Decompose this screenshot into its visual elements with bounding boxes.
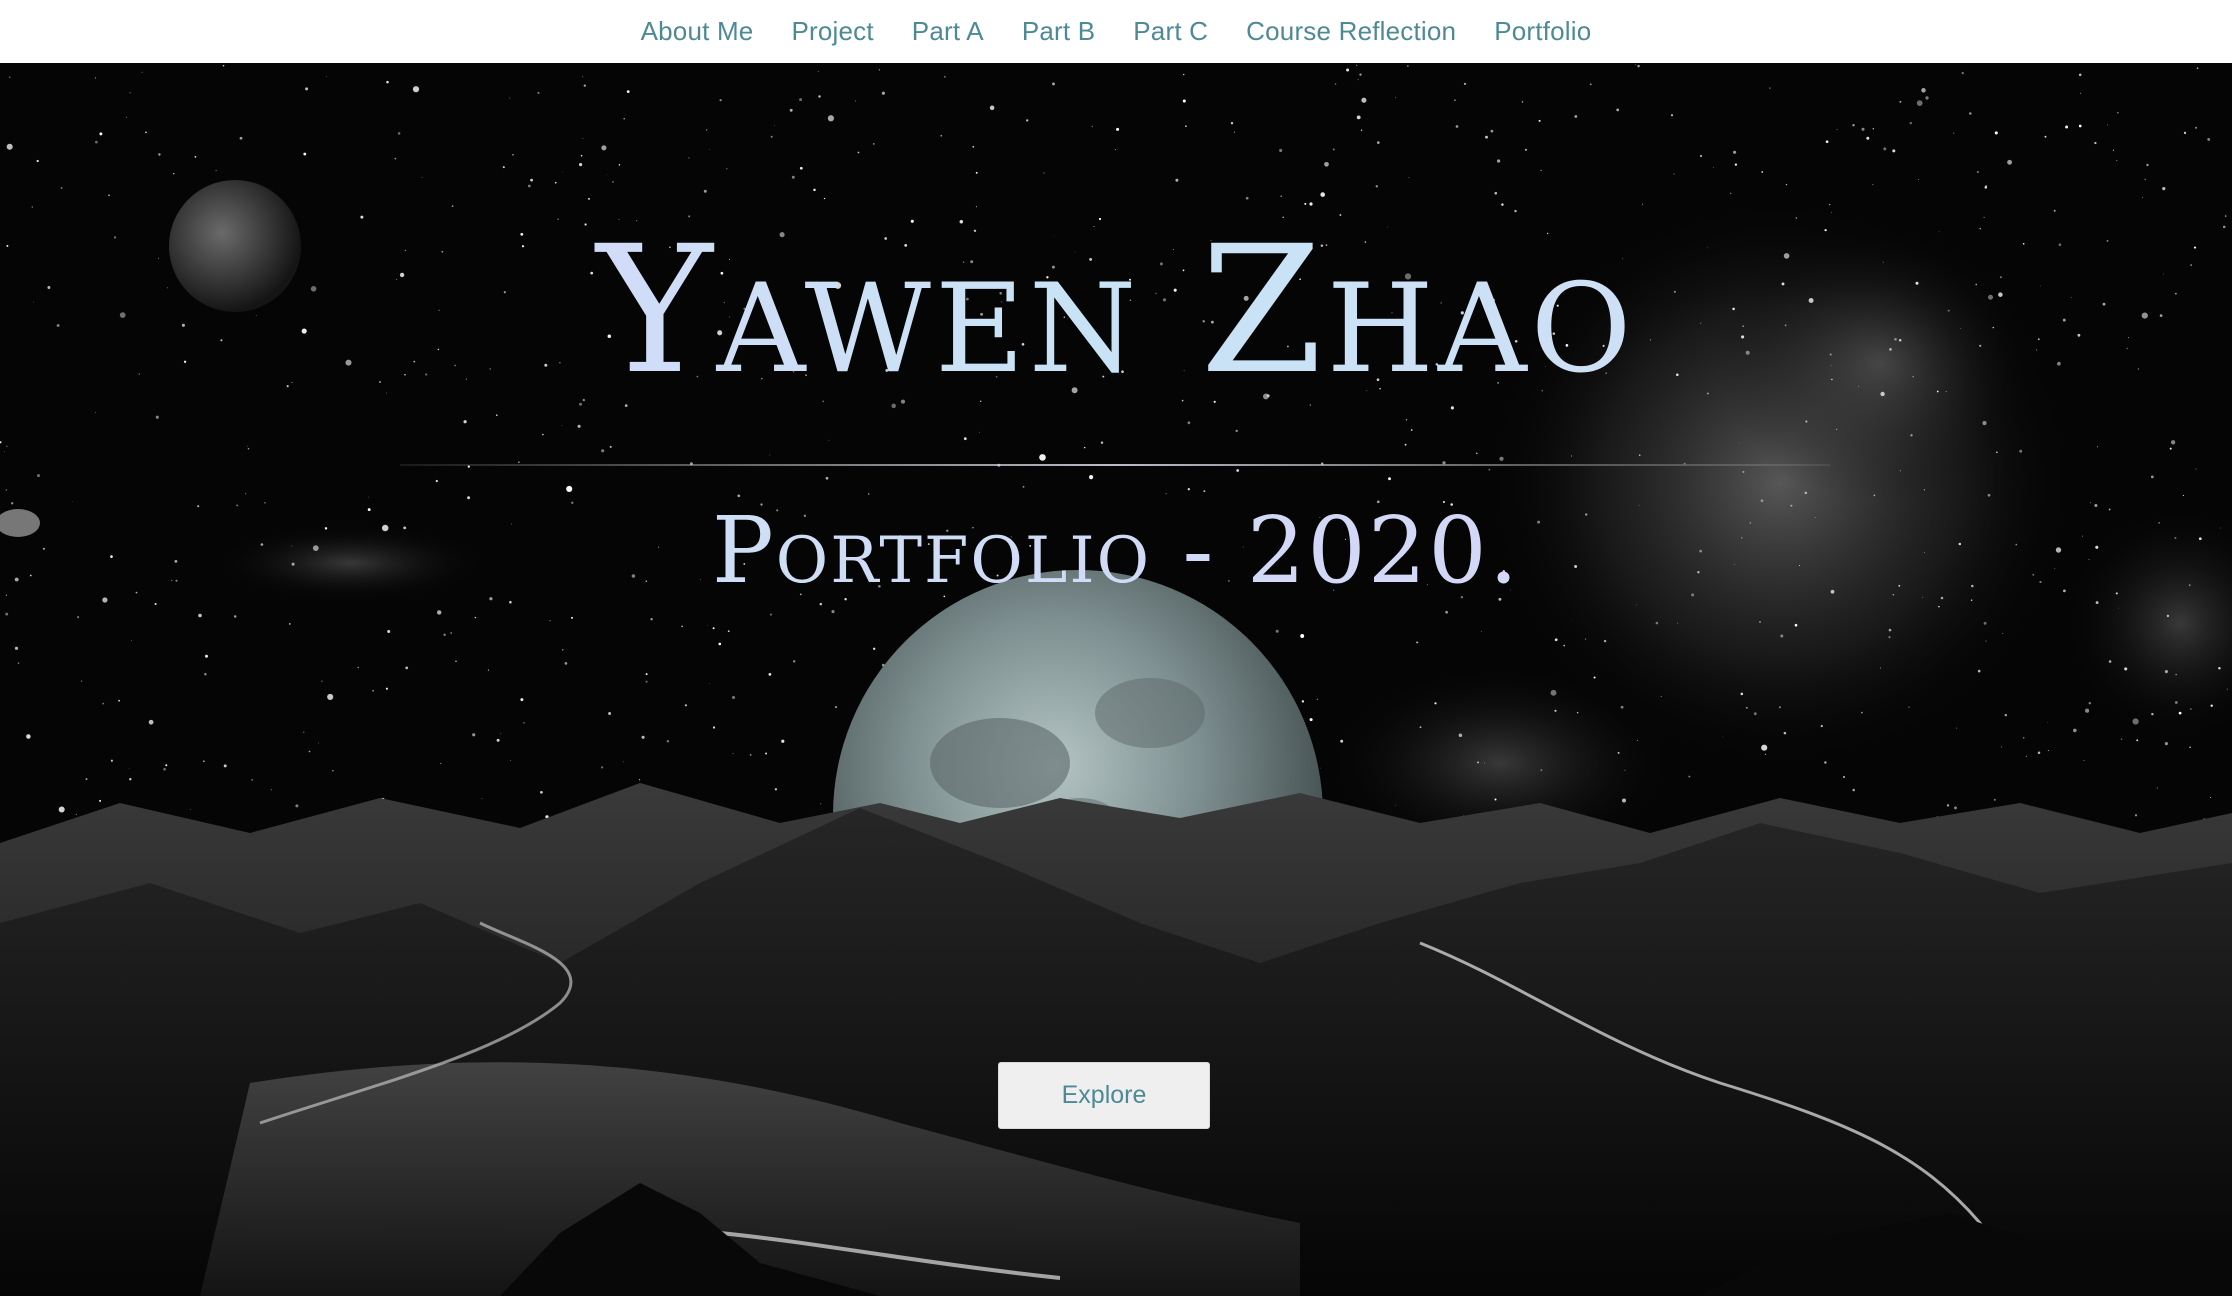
nav-item-portfolio[interactable]: Portfolio: [1475, 16, 1610, 47]
nav-item-part-c[interactable]: Part C: [1114, 16, 1227, 47]
nav-item-part-b[interactable]: Part B: [1003, 16, 1114, 47]
hero-divider: [400, 464, 1830, 466]
hero-title: Yawen Zhao: [0, 223, 2232, 399]
hero-section: Yawen Zhao Portfolio - 2020. Explore: [0, 63, 2232, 1296]
nav-menu: About Me Project Part A Part B Part C Co…: [622, 16, 1611, 47]
top-navbar: About Me Project Part A Part B Part C Co…: [0, 0, 2232, 63]
nav-item-about-me[interactable]: About Me: [622, 16, 773, 47]
nav-item-part-a[interactable]: Part A: [893, 16, 1003, 47]
nav-item-course-reflection[interactable]: Course Reflection: [1227, 16, 1475, 47]
hero-subtitle: Portfolio - 2020.: [0, 505, 2232, 597]
nav-item-project[interactable]: Project: [772, 16, 892, 47]
explore-button[interactable]: Explore: [998, 1062, 1210, 1129]
